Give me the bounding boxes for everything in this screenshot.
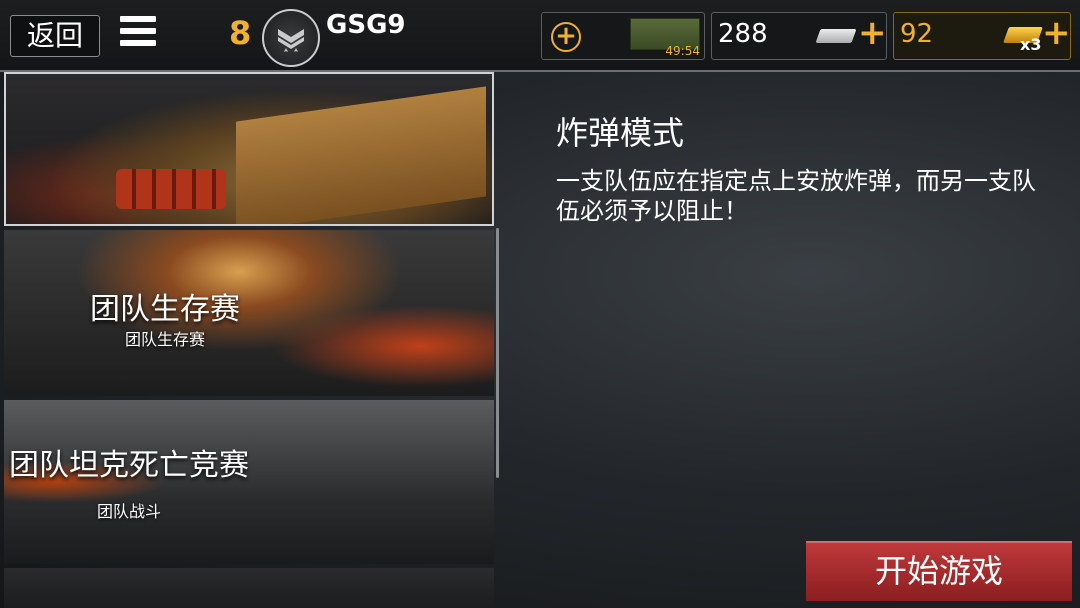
crate-resource[interactable]: + 49:54	[541, 12, 705, 60]
mode-title: 团队坦克死亡竞赛	[9, 448, 249, 483]
mode-card-team-survival[interactable]: 团队生存赛 团队生存赛	[4, 230, 494, 396]
gold-multiplier: x3	[1020, 35, 1042, 54]
mode-list-scrollbar[interactable]	[496, 228, 499, 478]
player-level: 8	[229, 14, 252, 52]
crate-timer: 49:54	[665, 44, 700, 58]
player-name: GSG9	[326, 10, 406, 40]
mode-list[interactable]: 团队生存赛 团队生存赛 团队坦克死亡竞赛 团队战斗	[4, 72, 496, 608]
silver-amount: 288	[718, 19, 768, 49]
back-button[interactable]: 返回	[10, 15, 100, 57]
mode-subtitle: 团队战斗	[96, 502, 161, 521]
dynamite-crate-image	[236, 86, 486, 224]
gold-amount: 92	[900, 19, 934, 49]
mode-card-bomb[interactable]	[4, 72, 494, 226]
silver-bar-icon	[815, 29, 857, 43]
rank-badge-icon[interactable]	[262, 9, 320, 67]
dynamite-image	[116, 169, 226, 209]
add-crate-icon[interactable]: +	[551, 22, 581, 52]
silver-resource[interactable]: 288 +	[711, 12, 887, 60]
mode-card-next[interactable]	[4, 568, 494, 608]
add-gold-icon[interactable]: +	[1042, 13, 1071, 53]
mode-detail-title: 炸弹模式	[556, 114, 685, 152]
mode-card-tank-deathmatch[interactable]: 团队坦克死亡竞赛 团队战斗	[4, 400, 494, 564]
start-game-button[interactable]: 开始游戏	[806, 541, 1072, 601]
add-silver-icon[interactable]: +	[858, 13, 887, 53]
mode-detail-description: 一支队伍应在指定点上安放炸弹，而另一支队伍必须予以阻止！	[556, 167, 1036, 225]
mode-title: 团队生存赛	[90, 292, 240, 327]
gold-resource[interactable]: 92 x3 +	[893, 12, 1071, 60]
mode-subtitle: 团队生存赛	[124, 330, 205, 349]
menu-icon[interactable]	[120, 16, 156, 54]
